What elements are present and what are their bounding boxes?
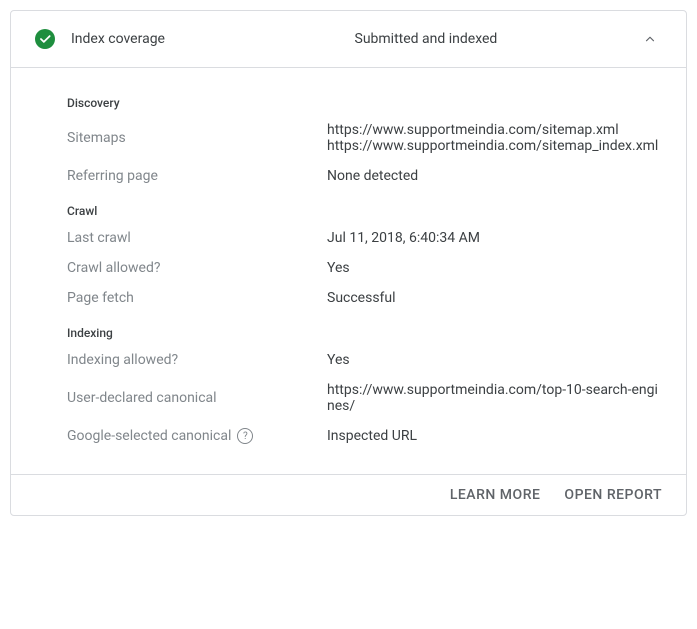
- google-canonical-value: Inspected URL: [327, 428, 662, 444]
- indexing-heading: Indexing: [67, 326, 662, 340]
- sitemaps-row: Sitemaps https://www.supportmeindia.com/…: [67, 122, 662, 154]
- last-crawl-label: Last crawl: [67, 230, 327, 246]
- chevron-up-icon[interactable]: [638, 27, 662, 51]
- index-coverage-card: Index coverage Submitted and indexed Dis…: [10, 10, 687, 516]
- sitemaps-value: https://www.supportmeindia.com/sitemap.x…: [327, 122, 662, 154]
- google-canonical-row: Google-selected canonical ? Inspected UR…: [67, 428, 662, 444]
- user-canonical-value: https://www.supportmeindia.com/top-10-se…: [327, 382, 662, 414]
- open-report-button[interactable]: OPEN REPORT: [564, 487, 662, 503]
- header-title: Index coverage: [71, 31, 355, 47]
- sitemap-line-1: https://www.supportmeindia.com/sitemap.x…: [327, 122, 662, 138]
- last-crawl-row: Last crawl Jul 11, 2018, 6:40:34 AM: [67, 230, 662, 246]
- checkmark-icon: [35, 29, 55, 49]
- sitemap-line-2: https://www.supportmeindia.com/sitemap_i…: [327, 138, 662, 154]
- referring-row: Referring page None detected: [67, 168, 662, 184]
- page-fetch-value: Successful: [327, 290, 662, 306]
- referring-value: None detected: [327, 168, 662, 184]
- google-canonical-label: Google-selected canonical ?: [67, 428, 327, 444]
- indexing-allowed-value: Yes: [327, 352, 662, 368]
- page-fetch-row: Page fetch Successful: [67, 290, 662, 306]
- sitemaps-label: Sitemaps: [67, 122, 327, 154]
- discovery-heading: Discovery: [67, 96, 662, 110]
- card-content: Discovery Sitemaps https://www.supportme…: [11, 68, 686, 474]
- indexing-allowed-row: Indexing allowed? Yes: [67, 352, 662, 368]
- crawl-allowed-value: Yes: [327, 260, 662, 276]
- crawl-allowed-label: Crawl allowed?: [67, 260, 327, 276]
- crawl-allowed-row: Crawl allowed? Yes: [67, 260, 662, 276]
- card-header[interactable]: Index coverage Submitted and indexed: [11, 11, 686, 68]
- google-canonical-label-text: Google-selected canonical: [67, 428, 231, 444]
- user-canonical-label: User-declared canonical: [67, 382, 327, 414]
- referring-label: Referring page: [67, 168, 327, 184]
- user-canonical-row: User-declared canonical https://www.supp…: [67, 382, 662, 414]
- last-crawl-value: Jul 11, 2018, 6:40:34 AM: [327, 230, 662, 246]
- help-icon[interactable]: ?: [237, 428, 253, 444]
- card-footer: LEARN MORE OPEN REPORT: [11, 474, 686, 515]
- indexing-allowed-label: Indexing allowed?: [67, 352, 327, 368]
- crawl-heading: Crawl: [67, 204, 662, 218]
- page-fetch-label: Page fetch: [67, 290, 327, 306]
- learn-more-button[interactable]: LEARN MORE: [450, 487, 541, 503]
- header-status: Submitted and indexed: [355, 31, 639, 47]
